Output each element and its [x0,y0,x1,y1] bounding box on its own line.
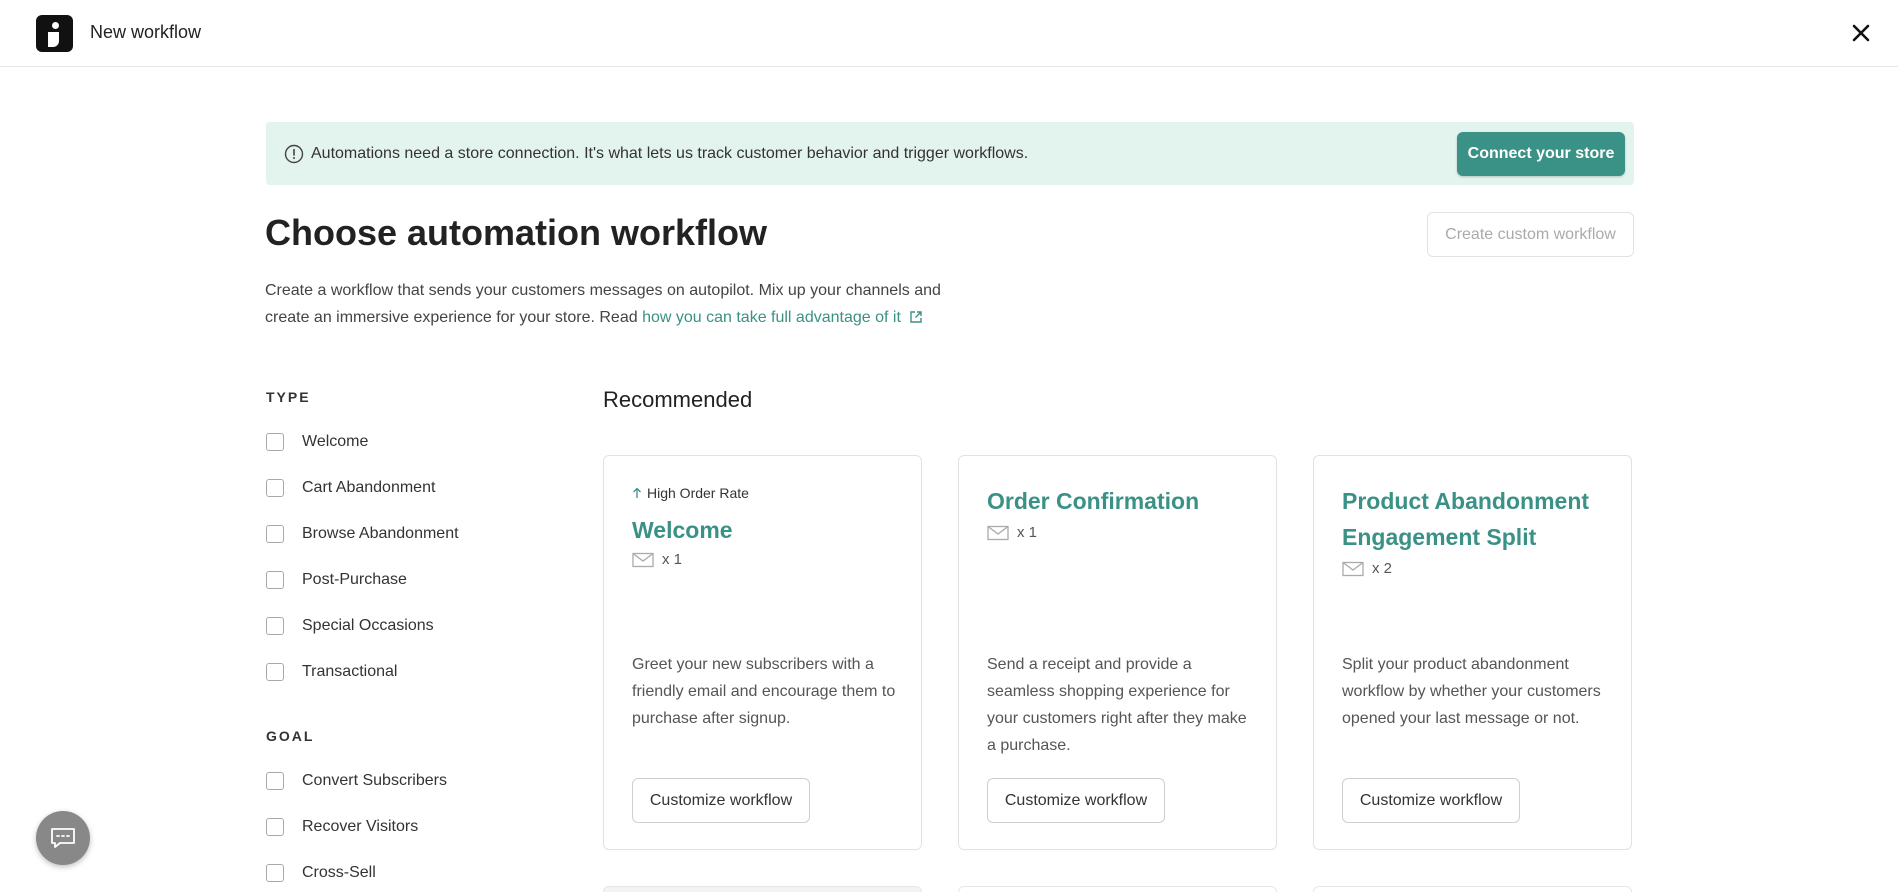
workflow-card-next [603,886,922,892]
checkbox[interactable] [266,433,284,451]
store-connection-banner: Automations need a store connection. It'… [266,122,1634,185]
filter-label: Cart Abandonment [302,479,436,496]
advantage-link[interactable]: how you can take full advantage of it [642,309,901,326]
filter-type-cart-abandonment[interactable]: Cart Abandonment [266,477,435,499]
filter-label: Browse Abandonment [302,525,459,542]
checkbox[interactable] [266,479,284,497]
customize-workflow-button[interactable]: Customize workflow [987,778,1165,823]
connect-store-button[interactable]: Connect your store [1457,132,1625,176]
workflow-card-order-confirmation[interactable]: Order Confirmation x 1 Send a receipt an… [958,455,1277,850]
email-icon [987,525,1009,540]
filter-goal-recover-visitors[interactable]: Recover Visitors [266,816,418,838]
filter-label: Post-Purchase [302,571,407,588]
card-description: Split your product abandonment workflow … [1342,656,1601,727]
card-title[interactable]: Order Confirmation [987,483,1199,519]
filter-label: Special Occasions [302,617,434,634]
email-icon [1342,561,1364,576]
close-icon[interactable] [1846,18,1876,48]
workflow-card-product-abandonment-split[interactable]: Product Abandonment Engagement Split x 2… [1313,455,1632,850]
customize-workflow-button[interactable]: Customize workflow [632,778,810,823]
info-icon [284,144,304,164]
filter-goal-convert-subscribers[interactable]: Convert Subscribers [266,770,447,792]
card-message-count: x 1 [987,524,1037,541]
app-logo [36,15,73,52]
workflow-card-next [1313,886,1632,892]
filter-label: Cross-Sell [302,864,376,881]
card-tag: High Order Rate [632,485,749,501]
filter-type-welcome[interactable]: Welcome [266,431,368,453]
checkbox[interactable] [266,571,284,589]
card-description: Send a receipt and provide a seamless sh… [987,656,1247,754]
page-description: Create a workflow that sends your custom… [265,277,985,331]
page-heading: Choose automation workflow [265,212,768,253]
filter-group-goal-title: GOAL [266,728,315,744]
checkbox[interactable] [266,663,284,681]
filter-label: Recover Visitors [302,818,419,835]
email-icon [632,552,654,567]
card-count-label: x 1 [662,551,683,568]
filter-label: Transactional [302,663,398,680]
filter-type-special-occasions[interactable]: Special Occasions [266,615,434,637]
filter-label: Convert Subscribers [302,772,447,789]
customize-workflow-button[interactable]: Customize workflow [1342,778,1520,823]
workflow-card-welcome[interactable]: High Order Rate Welcome x 1 Greet your n… [603,455,922,850]
top-bar: New workflow [0,0,1898,67]
checkbox[interactable] [266,772,284,790]
workflow-card-next [958,886,1277,892]
card-description: Greet your new subscribers with a friend… [632,656,896,727]
filter-type-browse-abandonment[interactable]: Browse Abandonment [266,523,459,545]
card-count-label: x 2 [1372,560,1393,577]
filter-type-transactional[interactable]: Transactional [266,661,397,683]
recommended-title: Recommended [603,387,753,412]
card-count-label: x 1 [1017,524,1038,541]
checkbox[interactable] [266,617,284,635]
checkbox[interactable] [266,525,284,543]
filter-type-post-purchase[interactable]: Post-Purchase [266,569,407,591]
filter-label: Welcome [302,433,369,450]
filter-group-type-title: TYPE [266,389,311,405]
chat-icon [51,828,75,848]
checkbox[interactable] [266,818,284,836]
card-message-count: x 2 [1342,560,1392,577]
filter-goal-cross-sell[interactable]: Cross-Sell [266,862,376,884]
external-link-icon [909,306,923,323]
arrow-up-icon [633,487,641,498]
chat-widget-button[interactable] [36,811,90,865]
checkbox[interactable] [266,864,284,882]
card-tag-label: High Order Rate [647,485,749,501]
card-title[interactable]: Welcome [632,512,733,548]
create-custom-workflow-button[interactable]: Create custom workflow [1427,212,1634,257]
banner-message: Automations need a store connection. It'… [311,145,1029,162]
card-title[interactable]: Product Abandonment Engagement Split [1342,483,1612,555]
card-message-count: x 1 [632,551,682,568]
page-title: New workflow [90,22,202,42]
